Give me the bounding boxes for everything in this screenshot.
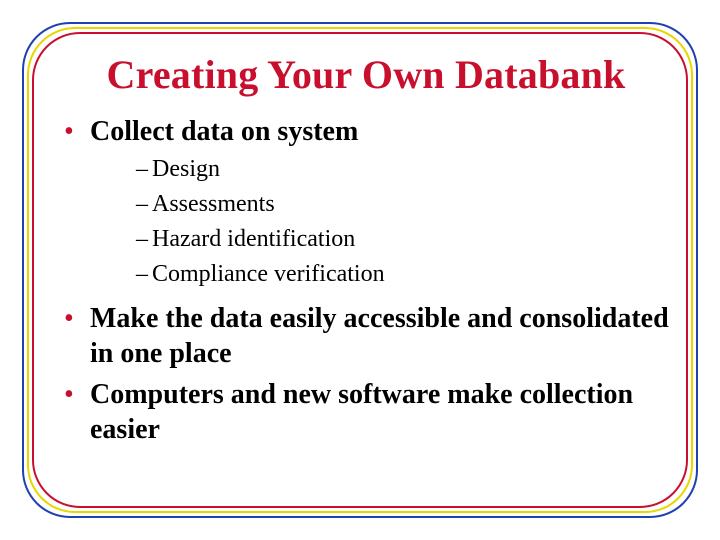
sub-bullet-item: –Compliance verification: [136, 258, 672, 291]
sub-bullet-text: Assessments: [152, 191, 275, 217]
bullet-text: Computers and new software make collecti…: [90, 379, 633, 445]
bullet-text: Collect data on system: [90, 116, 358, 147]
bullet-text: Make the data easily accessible and cons…: [90, 303, 669, 369]
slide-content: Creating Your Own Databank Collect data …: [60, 48, 672, 500]
sub-bullet-list: –Design –Assessments –Hazard identificat…: [90, 153, 672, 291]
sub-bullet-item: –Assessments: [136, 188, 672, 221]
sub-bullet-text: Compliance verification: [152, 261, 385, 287]
bullet-item: Collect data on system –Design –Assessme…: [60, 114, 672, 291]
slide: Creating Your Own Databank Collect data …: [0, 0, 720, 540]
bullet-item: Computers and new software make collecti…: [60, 377, 672, 447]
dash-icon: –: [136, 188, 152, 221]
sub-bullet-item: –Design: [136, 153, 672, 186]
dash-icon: –: [136, 223, 152, 256]
slide-title: Creating Your Own Databank: [60, 54, 672, 96]
bullet-item: Make the data easily accessible and cons…: [60, 301, 672, 371]
sub-bullet-item: –Hazard identification: [136, 223, 672, 256]
bullet-list: Collect data on system –Design –Assessme…: [60, 114, 672, 447]
dash-icon: –: [136, 258, 152, 291]
sub-bullet-text: Hazard identification: [152, 226, 355, 252]
sub-bullet-text: Design: [152, 156, 220, 182]
dash-icon: –: [136, 153, 152, 186]
